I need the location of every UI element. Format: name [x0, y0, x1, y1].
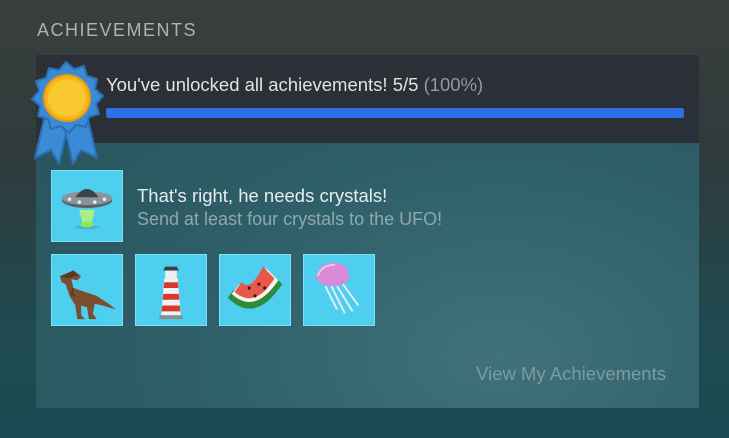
summary-text: You've unlocked all achievements! 5/5 — [106, 74, 419, 95]
jellyfish-icon[interactable] — [303, 254, 375, 326]
watermelon-icon[interactable] — [219, 254, 291, 326]
dinosaur-icon[interactable] — [51, 254, 123, 326]
progress-bar — [106, 108, 684, 118]
achievements-panel: You've unlocked all achievements! 5/5 (1… — [36, 55, 699, 408]
lighthouse-icon[interactable] — [135, 254, 207, 326]
featured-achievement-description: Send at least four crystals to the UFO! — [137, 209, 443, 229]
progress-fill — [106, 108, 684, 118]
ufo-icon[interactable] — [51, 170, 123, 242]
summary-percent: (100%) — [423, 74, 484, 95]
achievement-summary: You've unlocked all achievements! 5/5 (1… — [36, 55, 699, 143]
award-ribbon-icon — [25, 60, 107, 167]
view-achievements-link[interactable]: View My Achievements — [476, 363, 666, 385]
featured-achievement-title: That's right, he needs crystals! — [137, 185, 388, 206]
section-title: ACHIEVEMENTS — [37, 20, 198, 40]
